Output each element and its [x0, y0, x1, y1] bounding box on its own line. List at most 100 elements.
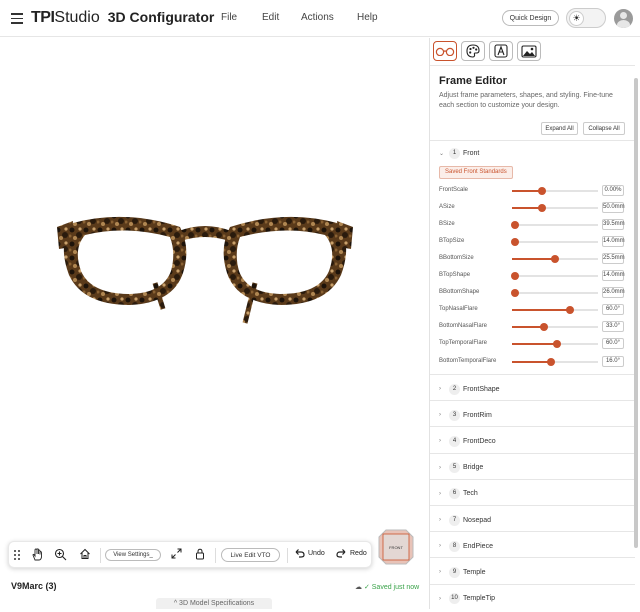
section-header[interactable]: › 5 Bridge: [430, 455, 635, 481]
section-number: 3: [449, 409, 460, 421]
section-header[interactable]: › 2 FrontShape: [430, 376, 635, 402]
menu-file[interactable]: File: [221, 12, 237, 23]
param-label: FrontScale: [439, 187, 469, 193]
view-cube[interactable]: FRONT: [378, 529, 414, 565]
param-slider[interactable]: [510, 289, 598, 298]
param-value-input[interactable]: 14.0mm: [602, 270, 625, 282]
chevron-right-icon: ›: [439, 464, 441, 471]
hamburger-menu-icon[interactable]: [11, 13, 23, 24]
param-slider[interactable]: [512, 323, 598, 332]
menu-help[interactable]: Help: [357, 12, 378, 23]
section-header[interactable]: › 6 Tech: [430, 481, 635, 507]
param-value-input[interactable]: 33.0°: [602, 321, 624, 333]
view-cube-label: FRONT: [389, 545, 403, 550]
section-header[interactable]: › 10 TempleTip: [430, 586, 635, 612]
section-number: 5: [449, 462, 460, 474]
param-row: BBottomSize 25.5mm: [430, 253, 635, 265]
section-label: EndPiece: [463, 542, 493, 550]
slider-thumb[interactable]: [565, 306, 574, 315]
undo-button[interactable]: Undo: [294, 548, 325, 558]
param-value-input[interactable]: 50.0mm: [602, 202, 625, 214]
param-value-input[interactable]: 60.0°: [602, 338, 624, 350]
param-slider[interactable]: [510, 272, 598, 281]
live-edit-vto-button[interactable]: Live Edit VTO: [221, 548, 280, 562]
param-row: BBottomShape 26.0mm: [430, 287, 635, 299]
user-avatar[interactable]: [614, 9, 633, 28]
drag-handle-icon[interactable]: [13, 549, 21, 561]
pan-hand-icon[interactable]: [31, 548, 44, 561]
section-header[interactable]: › 4 FrontDeco: [430, 428, 635, 454]
param-row: TopNasalFlare 60.0°: [430, 304, 635, 316]
section-header[interactable]: › 8 EndPiece: [430, 533, 635, 559]
home-icon[interactable]: [79, 548, 91, 560]
slider-thumb[interactable]: [510, 289, 519, 298]
param-slider[interactable]: [510, 221, 598, 230]
param-value-input[interactable]: 14.0mm: [602, 236, 625, 248]
param-value-input[interactable]: 39.5mm: [602, 219, 625, 231]
slider-thumb[interactable]: [510, 221, 519, 230]
param-row: BottomTemporalFlare 16.0°: [430, 355, 635, 368]
section-header[interactable]: › 9 Temple: [430, 559, 635, 585]
menu-edit[interactable]: Edit: [262, 12, 279, 23]
panel-scrollbar[interactable]: [634, 78, 638, 548]
panel-subtitle: Adjust frame parameters, shapes, and sty…: [439, 92, 613, 109]
menu-actions[interactable]: Actions: [301, 12, 334, 23]
param-label: TopNasalFlare: [439, 306, 478, 313]
3d-viewport[interactable]: FRONT View Settings_ Live Edit VTO Undo: [0, 38, 428, 609]
slider-thumb[interactable]: [539, 323, 548, 332]
image-icon: [521, 44, 537, 58]
lock-icon[interactable]: [195, 548, 205, 560]
chevron-right-icon: ›: [439, 386, 441, 392]
slider-fill: [512, 309, 570, 312]
tab-colors[interactable]: [461, 41, 485, 61]
param-slider[interactable]: [512, 306, 598, 315]
section-label: Front: [463, 149, 480, 157]
slider-thumb[interactable]: [510, 272, 519, 281]
saved-status: ☁ ✓ Saved just now: [355, 583, 419, 591]
slider-thumb[interactable]: [552, 340, 561, 349]
redo-button[interactable]: Redo: [336, 548, 367, 558]
section-header[interactable]: › 3 FrontRim: [430, 402, 635, 428]
param-slider[interactable]: [512, 255, 598, 264]
param-row: TopTemporalFlare 60.0°: [430, 338, 635, 350]
fullscreen-icon[interactable]: [171, 548, 182, 559]
expand-all-button[interactable]: Expand All: [541, 122, 578, 135]
tab-images[interactable]: [517, 41, 541, 61]
slider-thumb[interactable]: [538, 204, 547, 213]
param-value-input[interactable]: 25.5mm: [602, 253, 625, 265]
slider-thumb[interactable]: [510, 238, 519, 247]
palette-icon: [466, 44, 480, 58]
param-slider[interactable]: [512, 340, 598, 349]
divider: [430, 400, 635, 402]
quick-design-button[interactable]: Quick Design: [502, 10, 559, 26]
param-slider[interactable]: [512, 357, 598, 366]
chevron-right-icon: ›: [439, 490, 441, 497]
zoom-icon[interactable]: [54, 548, 67, 561]
param-value-input[interactable]: 16.0°: [602, 355, 624, 367]
theme-toggle[interactable]: ☀: [566, 8, 606, 28]
slider-fill: [512, 258, 555, 261]
section-front-header[interactable]: ⌄ 1 Front: [430, 140, 635, 166]
model-specifications-tab[interactable]: ^ 3D Model Specifications: [156, 598, 272, 609]
slider-thumb[interactable]: [538, 187, 547, 195]
section-label: FrontDeco: [463, 437, 496, 445]
tabs-divider: [430, 65, 635, 66]
top-bar: TPIStudio 3D Configurator File Edit Actio…: [0, 0, 640, 37]
param-slider[interactable]: [512, 204, 598, 213]
param-slider[interactable]: [510, 238, 598, 247]
saved-front-standards-button[interactable]: Saved Front Standards: [439, 166, 513, 179]
tab-frame[interactable]: [433, 41, 457, 61]
view-settings-button[interactable]: View Settings_: [105, 549, 161, 561]
param-row: BottomNasalFlare 33.0°: [430, 321, 635, 333]
slider-thumb[interactable]: [546, 357, 555, 366]
tab-text[interactable]: [489, 41, 513, 61]
param-value-input[interactable]: 60.0°: [602, 304, 624, 316]
section-header[interactable]: › 7 Nosepad: [430, 507, 635, 533]
param-value-input[interactable]: 26.0mm: [602, 287, 625, 299]
collapse-all-button[interactable]: Collapse All: [583, 122, 625, 135]
toolbar-divider: [100, 548, 101, 563]
param-value-input[interactable]: 0.00%: [602, 185, 624, 196]
slider-thumb[interactable]: [551, 255, 559, 264]
divider: [430, 505, 635, 506]
param-slider[interactable]: [512, 187, 598, 195]
